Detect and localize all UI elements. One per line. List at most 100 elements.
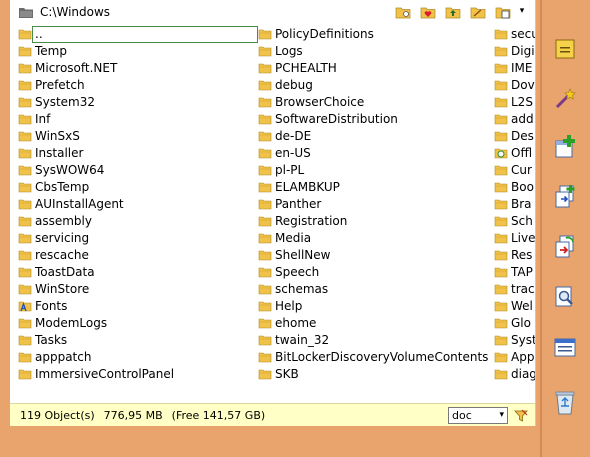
folder-icon	[494, 249, 508, 261]
filter-icon[interactable]	[513, 408, 529, 424]
folder-icon	[258, 266, 272, 278]
file-item[interactable]: diag	[486, 366, 535, 383]
file-item[interactable]: rescache	[10, 247, 250, 264]
file-item[interactable]: Bra	[486, 196, 535, 213]
file-name: SoftwareDistribution	[275, 112, 398, 126]
file-item[interactable]: ShellNew	[250, 247, 490, 264]
recycle-bin-icon[interactable]	[552, 388, 578, 416]
file-item[interactable]: WinSxS	[10, 128, 250, 145]
tool-sidebar	[540, 0, 590, 457]
folder-icon	[18, 266, 32, 278]
file-item[interactable]: ..	[10, 26, 258, 43]
new-tab-icon[interactable]	[552, 134, 578, 162]
notepad-icon[interactable]	[552, 36, 578, 64]
file-item[interactable]: BitLockerDiscoveryVolumeContents	[250, 349, 490, 366]
file-item[interactable]: ImmersiveControlPanel	[10, 366, 250, 383]
file-item[interactable]: SoftwareDistribution	[250, 111, 490, 128]
copy-icon[interactable]	[552, 184, 578, 212]
file-item[interactable]: Registration	[250, 213, 490, 230]
filter-dropdown[interactable]: doc ▾	[448, 407, 508, 424]
chevron-down-icon: ▾	[499, 410, 504, 420]
file-item[interactable]: Cur	[486, 162, 535, 179]
file-item[interactable]: Installer	[10, 145, 250, 162]
file-item[interactable]: secu	[486, 26, 535, 43]
file-item[interactable]: Microsoft.NET	[10, 60, 250, 77]
file-item[interactable]: de-DE	[250, 128, 490, 145]
file-item[interactable]: Panther	[250, 196, 490, 213]
current-path[interactable]: C:\Windows	[40, 5, 110, 19]
file-item[interactable]: servicing	[10, 230, 250, 247]
file-item[interactable]: ToastData	[10, 264, 250, 281]
file-item[interactable]: Syst	[486, 332, 535, 349]
file-name: Offl	[511, 146, 533, 160]
folder-icon	[258, 164, 272, 176]
file-item[interactable]: Des	[486, 128, 535, 145]
file-item[interactable]: Prefetch	[10, 77, 250, 94]
file-item[interactable]: SysWOW64	[10, 162, 250, 179]
file-name: Dov	[511, 78, 535, 92]
window-bottom-edge	[0, 426, 540, 457]
file-item[interactable]: TAP	[486, 264, 535, 281]
move-icon[interactable]	[552, 234, 578, 262]
file-name: ..	[32, 26, 258, 43]
file-item[interactable]: CbsTemp	[10, 179, 250, 196]
file-name: Boo	[511, 180, 534, 194]
total-size: 776,95 MB	[103, 409, 163, 422]
file-item[interactable]: Tasks	[10, 332, 250, 349]
file-item[interactable]: Temp	[10, 43, 250, 60]
file-item[interactable]: Sch	[486, 213, 535, 230]
folder-icon	[18, 62, 32, 74]
file-item[interactable]: Inf	[10, 111, 250, 128]
file-item[interactable]: Offl	[486, 145, 535, 162]
file-item[interactable]: assembly	[10, 213, 250, 230]
file-item[interactable]: System32	[10, 94, 250, 111]
file-item[interactable]: trac	[486, 281, 535, 298]
file-item[interactable]: Logs	[250, 43, 490, 60]
find-icon[interactable]	[552, 284, 578, 312]
file-item[interactable]: IME	[486, 60, 535, 77]
file-item[interactable]: Live	[486, 230, 535, 247]
file-item[interactable]: ModemLogs	[10, 315, 250, 332]
file-item[interactable]: twain_32	[250, 332, 490, 349]
file-item[interactable]: Glo	[486, 315, 535, 332]
file-item[interactable]: ELAMBKUP	[250, 179, 490, 196]
file-item[interactable]: Wel	[486, 298, 535, 315]
file-item[interactable]: Media	[250, 230, 490, 247]
file-item[interactable]: Help	[250, 298, 490, 315]
file-item[interactable]: ehome	[250, 315, 490, 332]
file-item[interactable]: apppatch	[10, 349, 250, 366]
file-item[interactable]: L2S	[486, 94, 535, 111]
file-item[interactable]: App	[486, 349, 535, 366]
file-item[interactable]: Speech	[250, 264, 490, 281]
new-folder-icon[interactable]	[470, 5, 486, 19]
file-item[interactable]: add	[486, 111, 535, 128]
file-item[interactable]: Dov	[486, 77, 535, 94]
favorites-icon[interactable]	[420, 5, 436, 19]
file-item[interactable]: WinStore	[10, 281, 250, 298]
file-item[interactable]: Res	[486, 247, 535, 264]
file-item[interactable]: Digi	[486, 43, 535, 60]
file-item[interactable]: Fonts	[10, 298, 250, 315]
file-item[interactable]: en-US	[250, 145, 490, 162]
file-item[interactable]: pl-PL	[250, 162, 490, 179]
view-mode-icon[interactable]	[495, 5, 511, 19]
file-item[interactable]: Boo	[486, 179, 535, 196]
free-space: (Free 141,57 GB)	[171, 409, 266, 422]
file-item[interactable]: AUInstallAgent	[10, 196, 250, 213]
file-name: Prefetch	[35, 78, 85, 92]
file-item[interactable]: PolicyDefinitions	[250, 26, 490, 43]
file-item[interactable]: debug	[250, 77, 490, 94]
folder-options-icon[interactable]	[395, 5, 411, 19]
file-column: secu Digi IME Dov L2S add Des Offl Cur Boo Bra Sch L…	[486, 26, 535, 383]
object-count: 119 Object(s)	[20, 409, 95, 422]
toolbar-menu-button[interactable]: ▾	[517, 4, 527, 18]
file-item[interactable]: schemas	[250, 281, 490, 298]
properties-icon[interactable]	[552, 334, 578, 362]
file-item[interactable]: BrowserChoice	[250, 94, 490, 111]
folder-icon	[18, 283, 32, 295]
file-name: L2S	[511, 95, 533, 109]
magic-wand-icon[interactable]	[552, 86, 578, 114]
file-item[interactable]: PCHEALTH	[250, 60, 490, 77]
parent-folder-icon[interactable]	[445, 5, 461, 19]
file-item[interactable]: SKB	[250, 366, 490, 383]
